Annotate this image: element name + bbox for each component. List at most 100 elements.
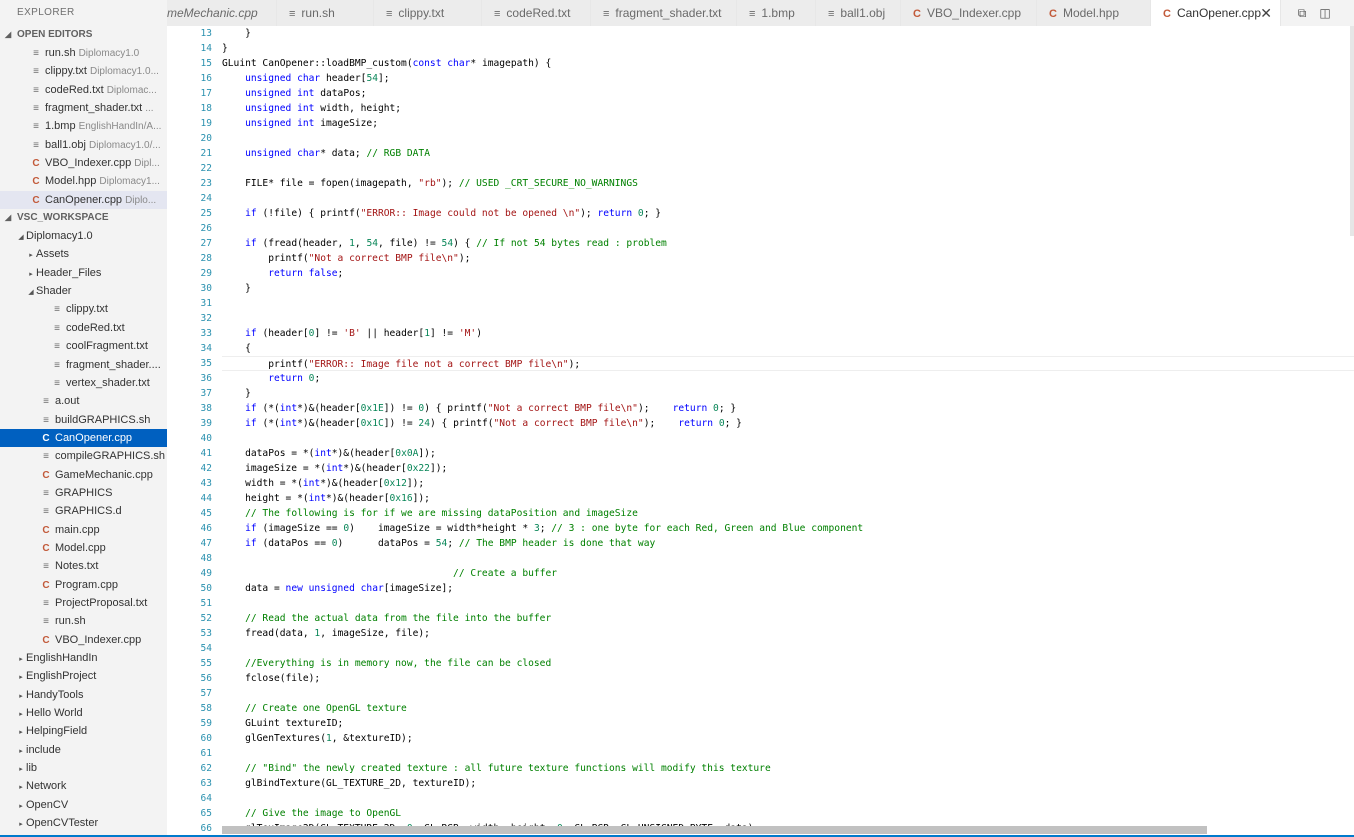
tree-folder[interactable]: ◢ Shader bbox=[0, 282, 167, 300]
code-line[interactable]: // Create one OpenGL texture bbox=[222, 701, 1354, 716]
code-line[interactable]: FILE* file = fopen(imagepath, "rb"); // … bbox=[222, 176, 1354, 191]
tree-folder[interactable]: ▸ HandyTools bbox=[0, 686, 167, 704]
close-icon[interactable]: ✕ bbox=[1260, 0, 1272, 26]
code-line[interactable]: if (fread(header, 1, 54, file) != 54) { … bbox=[222, 236, 1354, 251]
code-lines[interactable]: }}GLuint CanOpener::loadBMP_custom(const… bbox=[222, 26, 1354, 836]
open-editor-item[interactable]: C Model.hpp Diplomacy1... bbox=[0, 172, 167, 190]
tree-file[interactable]: ≡ GRAPHICS.d bbox=[0, 502, 167, 520]
tree-folder[interactable]: ▸ lib bbox=[0, 759, 167, 777]
tree-file[interactable]: ≡ ProjectProposal.txt bbox=[0, 594, 167, 612]
tree-file[interactable]: ≡ a.out bbox=[0, 392, 167, 410]
code-line[interactable]: dataPos = *(int*)&(header[0x0A]); bbox=[222, 446, 1354, 461]
code-line[interactable]: // Create a buffer bbox=[222, 566, 1354, 581]
code-line[interactable]: height = *(int*)&(header[0x16]); bbox=[222, 491, 1354, 506]
tab-ball1-obj[interactable]: ≡ ball1.obj bbox=[816, 0, 901, 26]
vertical-scrollbar[interactable] bbox=[1350, 26, 1354, 236]
tree-folder[interactable]: ◢ Diplomacy1.0 bbox=[0, 227, 167, 245]
tree-folder[interactable]: ▸ Hello World bbox=[0, 704, 167, 722]
code-line[interactable]: GLuint textureID; bbox=[222, 716, 1354, 731]
code-line[interactable]: fread(data, 1, imageSize, file); bbox=[222, 626, 1354, 641]
code-line[interactable]: unsigned char* data; // RGB DATA bbox=[222, 146, 1354, 161]
code-line[interactable] bbox=[222, 746, 1354, 761]
code-line[interactable]: unsigned int imageSize; bbox=[222, 116, 1354, 131]
tree-file[interactable]: C Program.cpp bbox=[0, 576, 167, 594]
code-line[interactable]: GLuint CanOpener::loadBMP_custom(const c… bbox=[222, 56, 1354, 71]
tree-folder[interactable]: ▸ EnglishProject bbox=[0, 667, 167, 685]
code-line[interactable]: if (imageSize == 0) imageSize = width*he… bbox=[222, 521, 1354, 536]
code-line[interactable]: if (!file) { printf("ERROR:: Image could… bbox=[222, 206, 1354, 221]
code-line[interactable] bbox=[222, 161, 1354, 176]
code-line[interactable] bbox=[222, 431, 1354, 446]
open-editor-item[interactable]: ≡ 1.bmp EnglishHandIn/A... bbox=[0, 117, 167, 135]
code-line[interactable] bbox=[222, 311, 1354, 326]
code-line[interactable]: // "Bind" the newly created texture : al… bbox=[222, 761, 1354, 776]
tree-file[interactable]: ≡ run.sh bbox=[0, 612, 167, 630]
code-line[interactable]: } bbox=[222, 26, 1354, 41]
code-line[interactable]: if (header[0] != 'B' || header[1] != 'M'… bbox=[222, 326, 1354, 341]
code-line[interactable]: } bbox=[222, 386, 1354, 401]
open-changes-icon[interactable]: ⧉ bbox=[1293, 4, 1311, 22]
tab-run-sh[interactable]: ≡ run.sh bbox=[277, 0, 374, 26]
tree-file[interactable]: ≡ clippy.txt bbox=[0, 300, 167, 318]
code-line[interactable] bbox=[222, 296, 1354, 311]
open-editor-item[interactable]: C VBO_Indexer.cpp Dipl... bbox=[0, 154, 167, 172]
tree-file[interactable]: ≡ codeRed.txt bbox=[0, 319, 167, 337]
tree-folder[interactable]: ▸ OpenCVTester bbox=[0, 814, 167, 832]
tree-file[interactable]: C CanOpener.cpp bbox=[0, 428, 167, 448]
tree-file[interactable]: ≡ coolFragment.txt bbox=[0, 337, 167, 355]
code-line[interactable] bbox=[222, 641, 1354, 656]
tree-file[interactable]: ≡ fragment_shader.... bbox=[0, 356, 167, 374]
horizontal-scrollbar[interactable] bbox=[222, 826, 1207, 834]
tree-file[interactable]: ≡ compileGRAPHICS.sh bbox=[0, 447, 167, 465]
code-line[interactable]: unsigned int dataPos; bbox=[222, 86, 1354, 101]
open-editor-item[interactable]: ≡ codeRed.txt Diplomac... bbox=[0, 81, 167, 99]
tab-model-hpp[interactable]: C Model.hpp bbox=[1037, 0, 1151, 26]
open-editors-header[interactable]: ◢ OPEN EDITORS bbox=[0, 26, 167, 44]
code-line[interactable]: glGenTextures(1, &textureID); bbox=[222, 731, 1354, 746]
tab-1-bmp[interactable]: ≡ 1.bmp bbox=[737, 0, 816, 26]
code-line[interactable] bbox=[222, 686, 1354, 701]
code-line[interactable]: imageSize = *(int*)&(header[0x22]); bbox=[222, 461, 1354, 476]
code-line[interactable]: if (*(int*)&(header[0x1C]) != 24) { prin… bbox=[222, 416, 1354, 431]
code-line[interactable]: width = *(int*)&(header[0x12]); bbox=[222, 476, 1354, 491]
tree-folder[interactable]: ▸ HelpingField bbox=[0, 722, 167, 740]
code-line[interactable]: // Read the actual data from the file in… bbox=[222, 611, 1354, 626]
tab-clippy-txt[interactable]: ≡ clippy.txt bbox=[374, 0, 482, 26]
code-line[interactable] bbox=[222, 131, 1354, 146]
code-line[interactable] bbox=[222, 221, 1354, 236]
tree-file[interactable]: C VBO_Indexer.cpp bbox=[0, 631, 167, 649]
code-line[interactable]: // Give the image to OpenGL bbox=[222, 806, 1354, 821]
code-line[interactable] bbox=[222, 551, 1354, 566]
code-line[interactable]: printf("ERROR:: Image file not a correct… bbox=[222, 356, 1354, 371]
code-line[interactable]: fclose(file); bbox=[222, 671, 1354, 686]
tab-vbo-indexer-cpp[interactable]: C VBO_Indexer.cpp bbox=[901, 0, 1037, 26]
code-line[interactable]: } bbox=[222, 281, 1354, 296]
code-line[interactable]: data = new unsigned char[imageSize]; bbox=[222, 581, 1354, 596]
tab-fragment-shader-txt[interactable]: ≡ fragment_shader.txt bbox=[591, 0, 737, 26]
code-line[interactable]: return 0; bbox=[222, 371, 1354, 386]
code-line[interactable]: unsigned char header[54]; bbox=[222, 71, 1354, 86]
open-editor-item[interactable]: C CanOpener.cpp Diplo... bbox=[0, 190, 167, 210]
code-line[interactable]: { bbox=[222, 341, 1354, 356]
tree-file[interactable]: ≡ vertex_shader.txt bbox=[0, 374, 167, 392]
code-line[interactable]: printf("Not a correct BMP file\n"); bbox=[222, 251, 1354, 266]
open-editor-item[interactable]: ≡ ball1.obj Diplomacy1.0/... bbox=[0, 136, 167, 154]
tree-folder[interactable]: ▸ Network bbox=[0, 777, 167, 795]
tree-file[interactable]: C Model.cpp bbox=[0, 539, 167, 557]
code-line[interactable]: glBindTexture(GL_TEXTURE_2D, textureID); bbox=[222, 776, 1354, 791]
code-line[interactable]: if (dataPos == 0) dataPos = 54; // The B… bbox=[222, 536, 1354, 551]
code-line[interactable] bbox=[222, 191, 1354, 206]
tab-codered-txt[interactable]: ≡ codeRed.txt bbox=[482, 0, 591, 26]
tree-folder[interactable]: ▸ include bbox=[0, 741, 167, 759]
split-editor-icon[interactable]: ◫ bbox=[1316, 4, 1334, 22]
code-line[interactable] bbox=[222, 596, 1354, 611]
tree-folder[interactable]: ▸ Header_Files bbox=[0, 264, 167, 282]
tree-file[interactable]: Cmain.cpp bbox=[0, 521, 167, 539]
tab-canopener-cpp[interactable]: C CanOpener.cpp ✕ bbox=[1151, 0, 1281, 26]
code-line[interactable] bbox=[222, 791, 1354, 806]
tree-file[interactable]: ≡ GRAPHICS bbox=[0, 484, 167, 502]
open-editor-item[interactable]: ≡ fragment_shader.txt... bbox=[0, 99, 167, 117]
tab-memechanic-cpp[interactable]: meMechanic.cpp bbox=[167, 0, 277, 26]
code-line[interactable]: // The following is for if we are missin… bbox=[222, 506, 1354, 521]
open-editor-item[interactable]: ≡ clippy.txt Diplomacy1.0... bbox=[0, 62, 167, 80]
